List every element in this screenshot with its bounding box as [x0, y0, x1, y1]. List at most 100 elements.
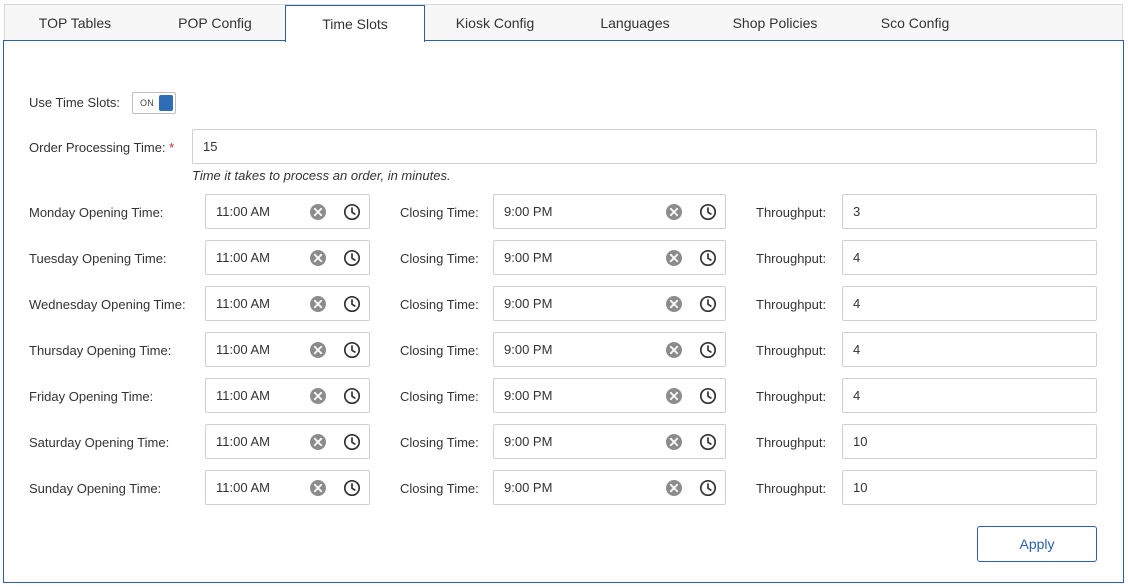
clock-icon[interactable] [343, 203, 361, 221]
wednesday-throughput-label: Throughput: [756, 297, 827, 312]
wednesday-closing-value: 9:00 PM [504, 296, 553, 311]
clock-icon[interactable] [343, 249, 361, 267]
clear-icon[interactable] [309, 433, 327, 451]
toggle-state-text: ON [140, 98, 154, 108]
monday-throughput-label: Throughput: [756, 205, 827, 220]
clock-icon[interactable] [343, 341, 361, 359]
order-processing-value: 15 [203, 139, 218, 154]
monday-throughput-value: 3 [853, 204, 861, 219]
use-time-slots-label: Use Time Slots: [29, 95, 121, 110]
tuesday-throughput-input[interactable]: 4 [842, 240, 1097, 275]
clear-icon[interactable] [665, 433, 683, 451]
toggle-knob [159, 95, 173, 111]
clock-icon[interactable] [343, 433, 361, 451]
clear-icon[interactable] [309, 295, 327, 313]
friday-throughput-label: Throughput: [756, 389, 827, 404]
required-mark: * [169, 140, 175, 155]
order-processing-hint: Time it takes to process an order, in mi… [192, 168, 451, 183]
wednesday-opening-input[interactable]: 11:00 AM [205, 286, 370, 321]
clock-icon[interactable] [343, 479, 361, 497]
tab-top-tables[interactable]: TOP Tables [5, 5, 145, 41]
saturday-closing-label: Closing Time: [400, 435, 479, 450]
order-processing-input[interactable]: 15 [192, 129, 1097, 164]
tuesday-closing-label: Closing Time: [400, 251, 479, 266]
order-processing-label: Order Processing Time: * [29, 140, 174, 155]
monday-opening-input[interactable]: 11:00 AM [205, 194, 370, 229]
clear-icon[interactable] [665, 249, 683, 267]
clear-icon[interactable] [309, 479, 327, 497]
monday-opening-label: Monday Opening Time: [29, 205, 164, 220]
sunday-opening-value: 11:00 AM [216, 480, 270, 495]
tuesday-throughput-label: Throughput: [756, 251, 827, 266]
saturday-throughput-input[interactable]: 10 [842, 424, 1097, 459]
clear-icon[interactable] [309, 249, 327, 267]
clock-icon[interactable] [699, 295, 717, 313]
clear-icon[interactable] [309, 341, 327, 359]
wednesday-throughput-input[interactable]: 4 [842, 286, 1097, 321]
clear-icon[interactable] [665, 295, 683, 313]
tab-shop-policies[interactable]: Shop Policies [705, 5, 845, 41]
tab-sco-config[interactable]: Sco Config [845, 5, 985, 41]
monday-closing-input[interactable]: 9:00 PM [493, 194, 726, 229]
tuesday-closing-input[interactable]: 9:00 PM [493, 240, 726, 275]
friday-throughput-value: 4 [853, 388, 861, 403]
thursday-throughput-input[interactable]: 4 [842, 332, 1097, 367]
saturday-opening-input[interactable]: 11:00 AM [205, 424, 370, 459]
thursday-opening-input[interactable]: 11:00 AM [205, 332, 370, 367]
clear-icon[interactable] [309, 203, 327, 221]
tuesday-opening-label: Tuesday Opening Time: [29, 251, 167, 266]
clock-icon[interactable] [343, 387, 361, 405]
clear-icon[interactable] [665, 479, 683, 497]
sunday-closing-label: Closing Time: [400, 481, 479, 496]
tab-kiosk-config[interactable]: Kiosk Config [425, 5, 565, 41]
tab-languages[interactable]: Languages [565, 5, 705, 41]
clock-icon[interactable] [699, 249, 717, 267]
thursday-throughput-value: 4 [853, 342, 861, 357]
wednesday-closing-input[interactable]: 9:00 PM [493, 286, 726, 321]
friday-opening-value: 11:00 AM [216, 388, 270, 403]
thursday-closing-input[interactable]: 9:00 PM [493, 332, 726, 367]
thursday-closing-value: 9:00 PM [504, 342, 553, 357]
friday-closing-input[interactable]: 9:00 PM [493, 378, 726, 413]
sunday-throughput-value: 10 [853, 480, 868, 495]
saturday-throughput-label: Throughput: [756, 435, 827, 450]
tuesday-throughput-value: 4 [853, 250, 861, 265]
friday-opening-label: Friday Opening Time: [29, 389, 154, 404]
tab-bar: TOP Tables POP Config Time Slots Kiosk C… [4, 4, 1123, 42]
use-time-slots-toggle[interactable]: ON [132, 92, 176, 114]
saturday-opening-value: 11:00 AM [216, 434, 270, 449]
clock-icon[interactable] [699, 341, 717, 359]
monday-opening-value: 11:00 AM [216, 204, 270, 219]
clear-icon[interactable] [665, 341, 683, 359]
sunday-closing-input[interactable]: 9:00 PM [493, 470, 726, 505]
wednesday-opening-label: Wednesday Opening Time: [29, 297, 186, 312]
wednesday-throughput-value: 4 [853, 296, 861, 311]
sunday-opening-label: Sunday Opening Time: [29, 481, 162, 496]
sunday-throughput-input[interactable]: 10 [842, 470, 1097, 505]
saturday-closing-input[interactable]: 9:00 PM [493, 424, 726, 459]
tab-pop-config[interactable]: POP Config [145, 5, 285, 41]
friday-opening-input[interactable]: 11:00 AM [205, 378, 370, 413]
clear-icon[interactable] [665, 387, 683, 405]
clear-icon[interactable] [309, 387, 327, 405]
apply-button[interactable]: Apply [977, 526, 1097, 562]
clock-icon[interactable] [699, 433, 717, 451]
saturday-throughput-value: 10 [853, 434, 868, 449]
clear-icon[interactable] [665, 203, 683, 221]
wednesday-closing-label: Closing Time: [400, 297, 479, 312]
monday-throughput-input[interactable]: 3 [842, 194, 1097, 229]
sunday-opening-input[interactable]: 11:00 AM [205, 470, 370, 505]
clock-icon[interactable] [699, 387, 717, 405]
sunday-closing-value: 9:00 PM [504, 480, 553, 495]
thursday-opening-label: Thursday Opening Time: [29, 343, 172, 358]
tuesday-opening-input[interactable]: 11:00 AM [205, 240, 370, 275]
clock-icon[interactable] [699, 203, 717, 221]
monday-closing-label: Closing Time: [400, 205, 479, 220]
order-processing-label-text: Order Processing Time: [29, 140, 166, 155]
saturday-closing-value: 9:00 PM [504, 434, 553, 449]
thursday-throughput-label: Throughput: [756, 343, 827, 358]
tab-time-slots[interactable]: Time Slots [285, 5, 425, 42]
clock-icon[interactable] [699, 479, 717, 497]
clock-icon[interactable] [343, 295, 361, 313]
friday-throughput-input[interactable]: 4 [842, 378, 1097, 413]
